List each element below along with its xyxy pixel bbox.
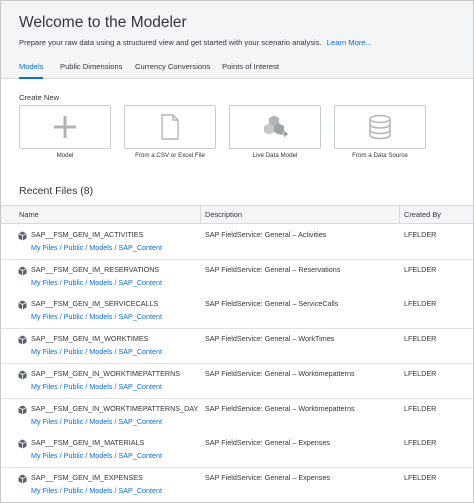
file-created-by: LFELDER <box>404 403 437 413</box>
file-path-link[interactable]: My Files / Public / Models / SAP_Content <box>31 486 162 495</box>
file-name[interactable]: SAP__FSM_GEN_IN_WORKTIMEPATTERNS <box>31 369 180 378</box>
table-row[interactable]: SAP__FSM_GEN_IM_RESERVATIONS My Files / P… <box>1 259 473 295</box>
tab-models[interactable]: Models <box>19 62 44 79</box>
model-cube-icon <box>18 402 27 420</box>
file-description: SAP FieldService: General – WorkTimes <box>205 334 335 344</box>
tile-model[interactable] <box>19 105 111 149</box>
learn-more-link[interactable]: Learn More... <box>327 38 372 47</box>
model-cube-icon <box>18 436 27 454</box>
document-icon <box>161 114 179 140</box>
file-created-by: LFELDER <box>404 264 437 274</box>
model-cube-icon <box>18 471 27 489</box>
column-divider[interactable] <box>399 206 400 224</box>
column-divider[interactable] <box>200 206 201 224</box>
table-header: Name Description Created By <box>1 205 473 224</box>
table-row[interactable]: SAP__FSM_GEN_IM_MATERIALS My Files / Publ… <box>1 433 473 469</box>
file-path-link[interactable]: My Files / Public / Models / SAP_Content <box>31 312 162 321</box>
recent-files-title: Recent Files (8) <box>19 185 94 197</box>
plus-icon <box>54 116 76 138</box>
column-header-created-by[interactable]: Created By <box>404 210 441 219</box>
create-new-label: Create New <box>19 93 60 102</box>
file-name[interactable]: SAP__FSM_GEN_IM_SERVICECALLS <box>31 299 158 308</box>
page-title: Welcome to the Modeler <box>19 14 187 31</box>
file-description: SAP FieldService: General – Worktimepatt… <box>205 368 355 378</box>
modeler-window: Welcome to the Modeler Prepare your raw … <box>0 0 474 503</box>
subtitle-text: Prepare your raw data using a structured… <box>19 38 322 47</box>
file-description: SAP FieldService: General – Reservations <box>205 264 341 274</box>
database-icon <box>369 114 391 140</box>
tile-live-data-model-label: Live Data Model <box>252 152 298 159</box>
file-path-link[interactable]: My Files / Public / Models / SAP_Content <box>31 243 162 252</box>
welcome-header: Welcome to the Modeler Prepare your raw … <box>1 1 473 79</box>
file-created-by: LFELDER <box>404 472 437 482</box>
file-name[interactable]: SAP__FSM_GEN_IM_WORKTIMES <box>31 334 148 343</box>
file-name[interactable]: SAP__FSM_GEN_IN_WORKTIMEPATTERNS_DAY <box>31 404 198 413</box>
tile-from-csv-excel-label: From a CSV or Excel File <box>135 152 205 159</box>
file-path-link[interactable]: My Files / Public / Models / SAP_Content <box>31 417 162 426</box>
tile-from-data-source[interactable] <box>334 105 426 149</box>
file-created-by: LFELDER <box>404 368 437 378</box>
model-cube-icon <box>18 263 27 281</box>
table-row[interactable]: SAP__FSM_GEN_IM_EXPENSES My Files / Publi… <box>1 467 473 502</box>
model-cube-icon <box>18 332 27 350</box>
model-cube-icon <box>18 228 27 246</box>
file-description: SAP FieldService: General – Expenses <box>205 472 330 482</box>
page-subtitle: Prepare your raw data using a structured… <box>19 38 372 47</box>
tile-model-label: Model <box>56 152 74 159</box>
table-row[interactable]: SAP__FSM_GEN_IM_ACTIVITIES My Files / Pub… <box>1 225 473 260</box>
file-created-by: LFELDER <box>404 438 437 448</box>
tab-points-of-interest[interactable]: Points of Interest <box>222 62 279 78</box>
tile-from-csv-excel[interactable] <box>124 105 216 149</box>
file-description: SAP FieldService: General – ServiceCalls <box>205 299 339 309</box>
table-row[interactable]: SAP__FSM_GEN_IN_WORKTIMEPATTERNS_DAY My F… <box>1 398 473 434</box>
file-description: SAP FieldService: General – Expenses <box>205 438 330 448</box>
file-path-link[interactable]: My Files / Public / Models / SAP_Content <box>31 382 162 391</box>
tile-live-data-model[interactable] <box>229 105 321 149</box>
column-header-description[interactable]: Description <box>205 210 242 219</box>
file-created-by: LFELDER <box>404 299 437 309</box>
file-path-link[interactable]: My Files / Public / Models / SAP_Content <box>31 347 162 356</box>
tile-from-data-source-label: From a Data Source <box>352 152 408 159</box>
table-row[interactable]: SAP__FSM_GEN_IN_WORKTIMEPATTERNS My Files… <box>1 363 473 399</box>
table-row[interactable]: SAP__FSM_GEN_IM_WORKTIMES My Files / Publ… <box>1 329 473 365</box>
tab-public-dimensions[interactable]: Public Dimensions <box>60 62 122 78</box>
file-path-link[interactable]: My Files / Public / Models / SAP_Content <box>31 451 162 460</box>
file-name[interactable]: SAP__FSM_GEN_IM_ACTIVITIES <box>31 230 143 239</box>
column-header-name[interactable]: Name <box>19 210 39 219</box>
file-description: SAP FieldService: General – Worktimepatt… <box>205 403 355 413</box>
model-cube-icon <box>18 367 27 385</box>
file-name[interactable]: SAP__FSM_GEN_IM_EXPENSES <box>31 473 143 482</box>
file-description: SAP FieldService: General – Activities <box>205 230 327 239</box>
tab-currency-conversions[interactable]: Currency Conversions <box>135 62 210 78</box>
file-created-by: LFELDER <box>404 334 437 344</box>
file-name[interactable]: SAP__FSM_GEN_IM_MATERIALS <box>31 438 144 447</box>
file-name[interactable]: SAP__FSM_GEN_IM_RESERVATIONS <box>31 265 159 274</box>
file-path-link[interactable]: My Files / Public / Models / SAP_Content <box>31 278 162 287</box>
table-row[interactable]: SAP__FSM_GEN_IM_SERVICECALLS My Files / P… <box>1 294 473 330</box>
model-cube-icon <box>18 297 27 315</box>
live-data-icon <box>264 115 289 137</box>
file-created-by: LFELDER <box>404 230 437 239</box>
